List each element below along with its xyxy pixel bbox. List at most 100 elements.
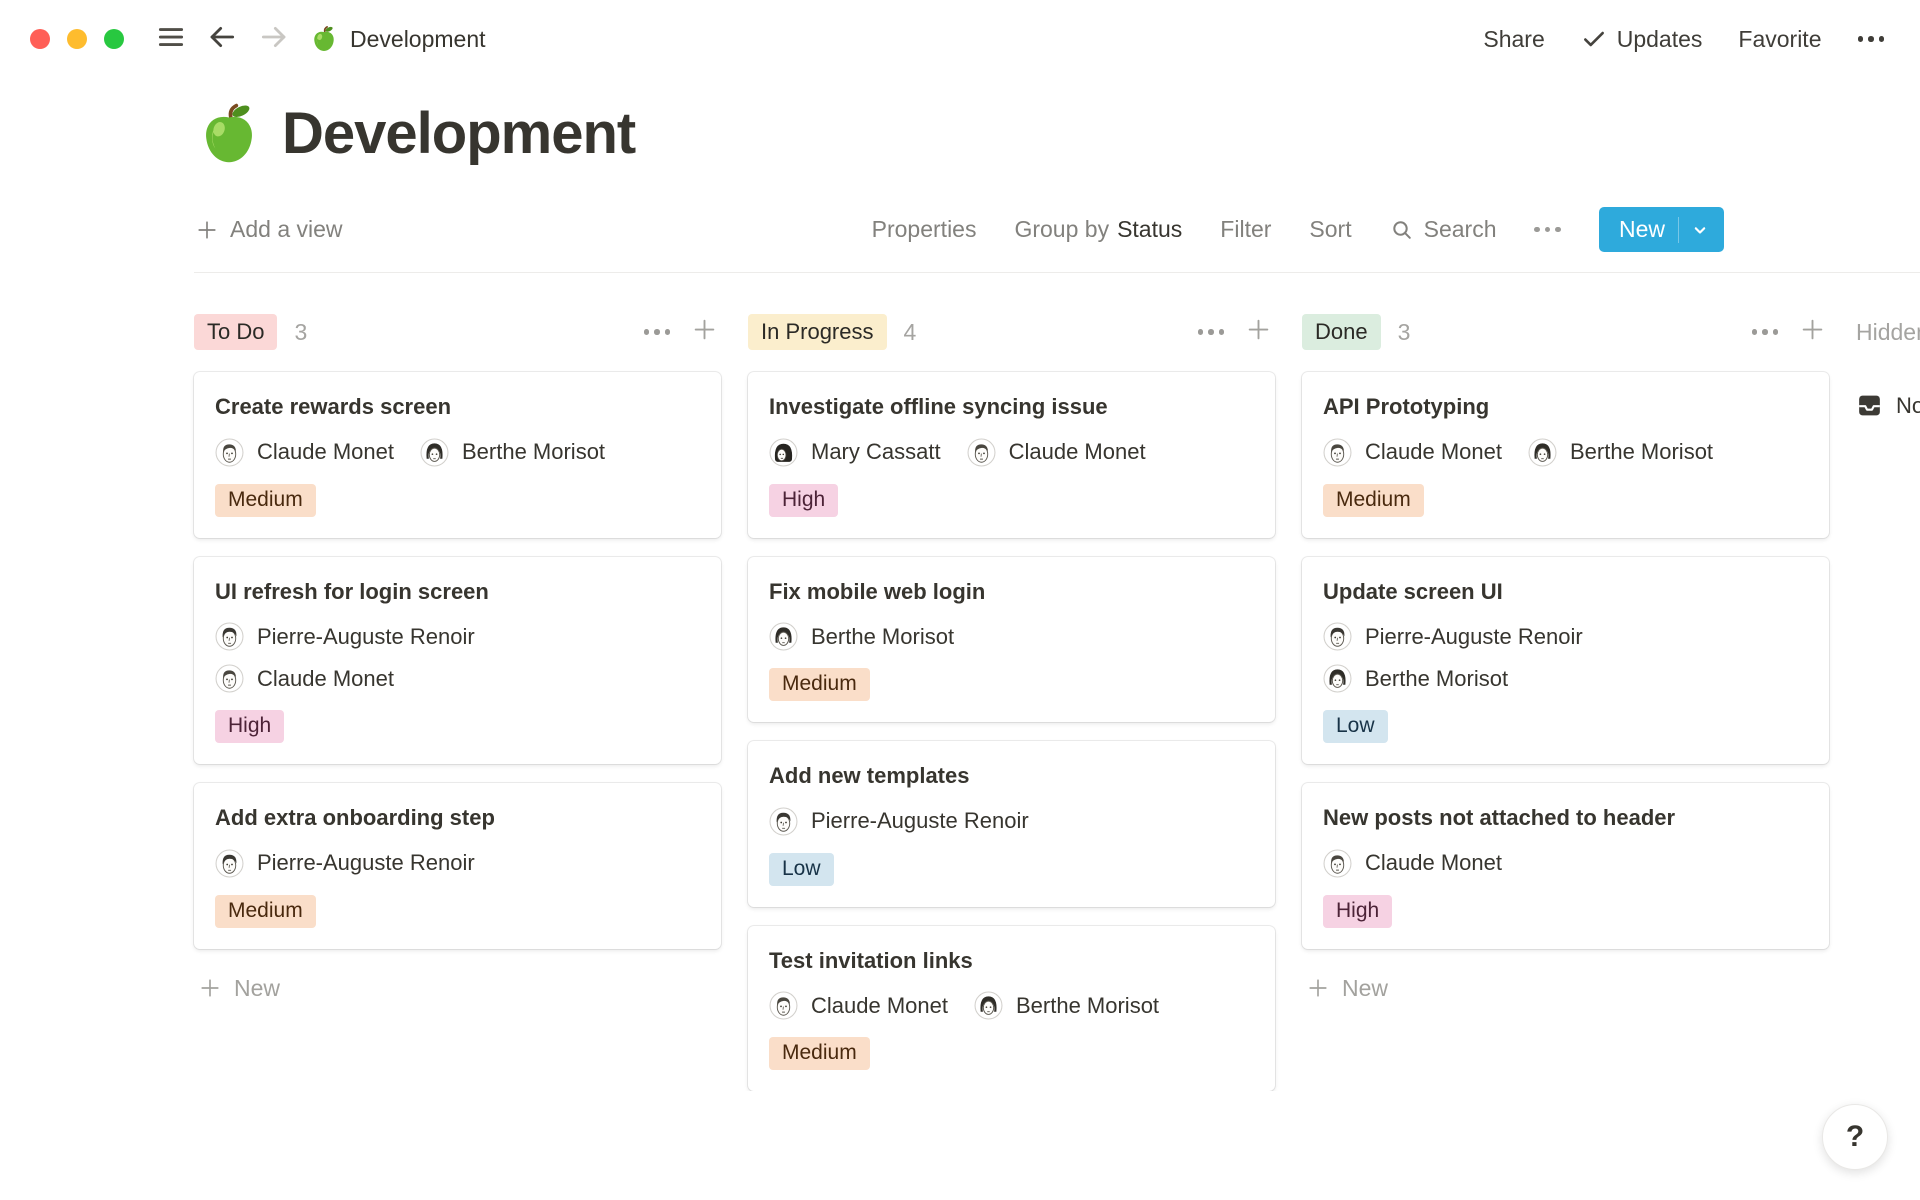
berthe-morisot-avatar (1323, 664, 1352, 693)
favorite-button[interactable]: Favorite (1738, 26, 1821, 53)
priority-badge: High (1323, 895, 1392, 928)
new-button[interactable]: New (1599, 207, 1724, 252)
task-card[interactable]: Investigate offline syncing issue Mary C… (748, 372, 1275, 538)
green-apple-emoji-icon (310, 25, 338, 53)
task-card[interactable]: Add extra onboarding step Pierre-Auguste… (194, 783, 721, 949)
hidden-group-no-status[interactable]: No Status (1856, 392, 1920, 419)
assignee: Mary Cassatt (769, 438, 941, 467)
window-controls (30, 29, 124, 49)
priority-badge: Low (1323, 710, 1388, 743)
minimize-window-button[interactable] (67, 29, 87, 49)
assignee-row: Pierre-Auguste Renoir (215, 622, 700, 651)
column-status-badge[interactable]: To Do (194, 314, 277, 350)
board-column: In Progress 4 Investigate offline syncin… (748, 311, 1275, 1091)
column-more-icon[interactable] (644, 329, 671, 335)
toolbar-more-icon[interactable] (1534, 227, 1561, 233)
task-card[interactable]: New posts not attached to header Claude … (1302, 783, 1829, 949)
updates-button[interactable]: Updates (1581, 26, 1703, 53)
task-title: Add new templates (769, 762, 1254, 790)
pierre-auguste-renoir-avatar (769, 807, 798, 836)
task-card[interactable]: Test invitation links Claude Monet Berth… (748, 926, 1275, 1092)
sidebar-menu-icon[interactable] (156, 22, 186, 57)
assignee-name: Berthe Morisot (1016, 993, 1159, 1019)
maximize-window-button[interactable] (104, 29, 124, 49)
add-view-button[interactable]: Add a view (196, 216, 343, 243)
assignee-row: Claude Monet Berthe Morisot (769, 991, 1254, 1020)
task-card[interactable]: Add new templates Pierre-Auguste Renoir … (748, 741, 1275, 907)
assignee-name: Claude Monet (811, 993, 948, 1019)
plus-icon (196, 219, 218, 241)
new-card-button[interactable]: New (1302, 975, 1388, 1002)
assignee-name: Berthe Morisot (1365, 666, 1508, 692)
column-header: In Progress 4 (748, 311, 1275, 353)
task-card[interactable]: UI refresh for login screen Pierre-Augus… (194, 557, 721, 765)
priority-badge: Medium (215, 484, 316, 517)
assignee-row: Mary Cassatt Claude Monet (769, 438, 1254, 467)
sort-button[interactable]: Sort (1309, 216, 1351, 243)
priority-badge: Medium (769, 1037, 870, 1070)
claude-monet-avatar (1323, 849, 1352, 878)
assignee: Claude Monet (769, 991, 948, 1020)
priority-badge: Medium (1323, 484, 1424, 517)
group-by-button[interactable]: Group by Status (1014, 216, 1182, 243)
assignee: Berthe Morisot (1323, 664, 1508, 693)
help-button[interactable]: ? (1822, 1104, 1888, 1170)
task-card[interactable]: Fix mobile web login Berthe Morisot Medi… (748, 557, 1275, 723)
task-title: Update screen UI (1323, 578, 1808, 606)
assignee-name: Claude Monet (1009, 439, 1146, 465)
column-add-card-icon[interactable] (1246, 317, 1271, 347)
breadcrumb-title: Development (350, 26, 486, 53)
task-card[interactable]: Create rewards screen Claude Monet Berth… (194, 372, 721, 538)
column-more-icon[interactable] (1198, 329, 1225, 335)
share-button[interactable]: Share (1483, 26, 1544, 53)
column-more-icon[interactable] (1752, 329, 1779, 335)
new-card-button[interactable]: New (194, 975, 280, 1002)
task-title: New posts not attached to header (1323, 804, 1808, 832)
page-icon-green-apple[interactable] (196, 101, 262, 167)
hidden-groups-column: Hidden groups No Status (1856, 311, 1920, 419)
priority-badge: Medium (215, 895, 316, 928)
more-options-icon[interactable] (1858, 36, 1885, 42)
assignee: Pierre-Auguste Renoir (769, 807, 1029, 836)
berthe-morisot-avatar (1528, 438, 1557, 467)
properties-button[interactable]: Properties (872, 216, 977, 243)
assignee-row: Berthe Morisot (769, 622, 1254, 651)
task-title: Investigate offline syncing issue (769, 393, 1254, 421)
task-title: Create rewards screen (215, 393, 700, 421)
mary-cassatt-avatar (769, 438, 798, 467)
assignee-name: Claude Monet (257, 439, 394, 465)
search-button[interactable]: Search (1390, 216, 1497, 243)
column-add-card-icon[interactable] (692, 317, 717, 347)
column-card-count: 3 (1398, 319, 1411, 346)
assignee-row: Pierre-Auguste Renoir (1323, 622, 1808, 651)
berthe-morisot-avatar (974, 991, 1003, 1020)
column-card-count: 4 (904, 319, 917, 346)
assignee: Claude Monet (215, 664, 394, 693)
kanban-board: To Do 3 Create rewards screen Claude Mon… (0, 273, 1920, 1091)
column-header: Done 3 (1302, 311, 1829, 353)
assignee: Claude Monet (1323, 438, 1502, 467)
hidden-groups-label[interactable]: Hidden groups (1856, 311, 1920, 346)
close-window-button[interactable] (30, 29, 50, 49)
task-card[interactable]: Update screen UI Pierre-Auguste Renoir B… (1302, 557, 1829, 765)
column-status-badge[interactable]: Done (1302, 314, 1381, 350)
view-toolbar: Add a view Properties Group by Status Fi… (196, 207, 1920, 252)
task-title: API Prototyping (1323, 393, 1808, 421)
pierre-auguste-renoir-avatar (1323, 622, 1352, 651)
assignee: Berthe Morisot (1528, 438, 1713, 467)
berthe-morisot-avatar (420, 438, 449, 467)
chevron-down-icon[interactable] (1678, 217, 1710, 243)
back-arrow-icon[interactable] (206, 21, 238, 58)
forward-arrow-icon[interactable] (258, 21, 290, 58)
breadcrumb[interactable]: Development (310, 25, 486, 53)
column-add-card-icon[interactable] (1800, 317, 1825, 347)
task-card[interactable]: API Prototyping Claude Monet Berthe Mori… (1302, 372, 1829, 538)
filter-button[interactable]: Filter (1220, 216, 1271, 243)
claude-monet-avatar (215, 664, 244, 693)
assignee-name: Mary Cassatt (811, 439, 941, 465)
claude-monet-avatar (215, 438, 244, 467)
assignee: Claude Monet (215, 438, 394, 467)
assignee-row: Claude Monet Berthe Morisot (1323, 438, 1808, 467)
assignee-name: Pierre-Auguste Renoir (811, 808, 1029, 834)
column-status-badge[interactable]: In Progress (748, 314, 887, 350)
